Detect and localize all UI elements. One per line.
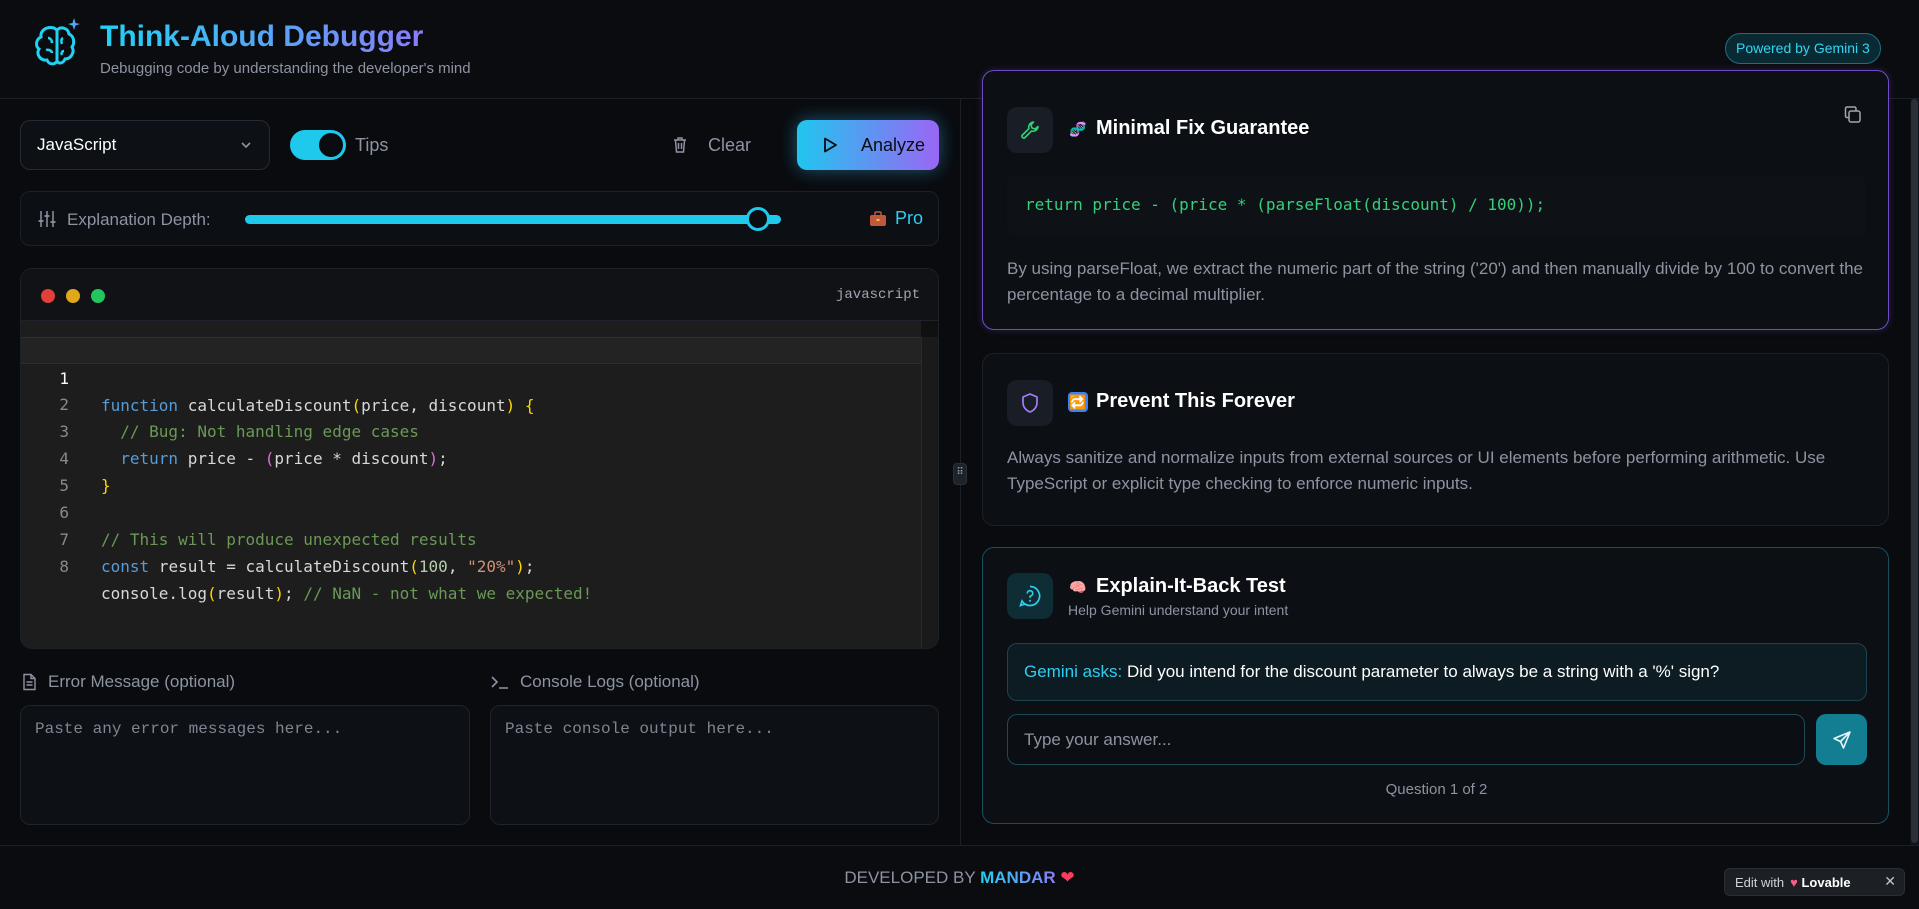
line-number: 8 (59, 557, 69, 576)
lovable-brand: ♥ Lovable (1790, 875, 1850, 890)
app-subtitle: Debugging code by understanding the deve… (100, 60, 471, 77)
fix-code-block: return price - (price * (parseFloat(disc… (1007, 175, 1866, 235)
depth-level-label: Pro (895, 208, 924, 228)
help-chat-icon (1019, 585, 1041, 607)
code-line: 2 // Bug: Not handling edge cases (21, 364, 921, 441)
lovable-heart-icon: ♥ (1790, 874, 1798, 890)
console-logs-label-text: Console Logs (optional) (520, 672, 700, 691)
editor-title-bar: javascript (21, 269, 938, 321)
question-text: Did you intend for the discount paramete… (1126, 662, 1720, 681)
error-message-textarea[interactable]: Paste any error messages here... (20, 705, 470, 825)
explain-icon-box (1007, 573, 1053, 619)
fix-card-title-text: Minimal Fix Guarantee (1096, 117, 1310, 139)
clear-button[interactable]: Clear (670, 126, 751, 164)
developed-by-credit: DEVELOPED BY MANDAR ❤ (0, 868, 1919, 888)
error-message-placeholder: Paste any error messages here... (35, 720, 343, 738)
tips-label: Tips (355, 135, 389, 155)
code-line: 8 console.log(result); // NaN - not what… (21, 526, 921, 603)
minimal-fix-card: 🧬 Minimal Fix Guarantee return price - (… (982, 70, 1889, 330)
code-line: 5 (21, 445, 921, 495)
code-line: 4 } (21, 418, 921, 495)
clear-button-label: Clear (708, 134, 752, 155)
explain-it-back-card: 🧠 Explain-It-Back Test Help Gemini under… (982, 547, 1889, 824)
send-icon (1832, 730, 1851, 749)
powered-by-badge: Powered by Gemini 3 (1725, 33, 1881, 64)
analyze-button-label: Analyze (861, 134, 926, 155)
code-line: 1 function calculateDiscount(price, disc… (21, 337, 921, 415)
depth-level-badge: Pro (869, 208, 923, 229)
explain-card-title: 🧠 Explain-It-Back Test (1068, 575, 1286, 598)
depth-label: Explanation Depth: (67, 210, 211, 229)
prevent-forever-card: 🔁 Prevent This Forever Always sanitize a… (982, 353, 1889, 526)
lovable-prefix: Edit with (1735, 874, 1785, 890)
answer-input[interactable]: Type your answer... (1007, 714, 1805, 765)
language-select-value: JavaScript (37, 135, 117, 154)
code-line: 3 return price - (price * discount); (21, 391, 921, 468)
explanation-depth-control: Explanation Depth: Pro (20, 191, 939, 246)
right-panel-scrollbar-thumb[interactable] (1911, 99, 1918, 843)
console-logs-textarea[interactable]: Paste console output here... (490, 705, 939, 825)
repeat-icon: 🔁 (1068, 391, 1088, 412)
code-text: const result = calculateDiscount(100, "2… (101, 557, 535, 576)
shield-icon (1022, 393, 1038, 413)
depth-slider-track[interactable] (245, 215, 781, 224)
console-logs-label: Console Logs (optional) (490, 672, 700, 692)
fix-card-title: 🧬 Minimal Fix Guarantee (1068, 117, 1309, 140)
developer-name: MANDAR (980, 868, 1056, 887)
terminal-icon (491, 676, 508, 689)
console-logs-placeholder: Paste console output here... (505, 720, 774, 738)
window-maximize-dot (91, 289, 105, 303)
editor-scrollbar[interactable] (921, 321, 938, 648)
code-area[interactable]: 1 function calculateDiscount(price, disc… (21, 321, 938, 648)
prevent-card-title: 🔁 Prevent This Forever (1068, 390, 1295, 413)
editor-scrollbar-thumb[interactable] (921, 321, 938, 337)
editor-language-tag: javascript (835, 287, 920, 303)
language-select[interactable]: JavaScript (20, 120, 270, 170)
play-icon (824, 137, 837, 153)
copy-icon[interactable] (1843, 105, 1863, 125)
question-counter: Question 1 of 2 (1385, 781, 1488, 798)
window-minimize-dot (66, 289, 80, 303)
briefcase-icon (870, 210, 886, 226)
error-message-label-text: Error Message (optional) (48, 672, 236, 691)
trash-icon (674, 137, 686, 153)
fix-card-description: By using parseFloat, we extract the nume… (1007, 259, 1864, 304)
wrench-icon (1021, 121, 1039, 139)
brain-icon: 🧠 (1069, 578, 1087, 595)
analyze-button[interactable]: Analyze (797, 120, 939, 170)
close-icon[interactable]: ✕ (1884, 873, 1896, 890)
heart-icon: ❤ (1060, 868, 1075, 887)
dna-icon: 🧬 (1069, 120, 1087, 137)
explain-card-subtitle: Help Gemini understand your intent (1068, 602, 1289, 618)
file-text-icon (23, 673, 36, 691)
app-title: Think-Aloud Debugger (100, 20, 424, 53)
chevron-down-icon (241, 142, 251, 149)
gemini-question: Gemini asks: Did you intend for the disc… (1007, 643, 1867, 701)
code-line: 7 const result = calculateDiscount(100, … (21, 499, 921, 576)
developed-by-label: DEVELOPED BY (844, 868, 976, 887)
explain-card-title-text: Explain-It-Back Test (1096, 575, 1286, 597)
resize-grip-icon[interactable]: ⠿ (953, 463, 967, 485)
code-editor[interactable]: javascript 1 function calculateDiscount(… (20, 268, 939, 649)
tips-toggle[interactable] (290, 130, 346, 160)
sliders-icon (38, 211, 56, 227)
depth-slider-thumb[interactable] (746, 207, 770, 231)
code-line: 6 // This will produce unexpected result… (21, 472, 921, 549)
send-answer-button[interactable] (1816, 714, 1867, 765)
lovable-brand-text: Lovable (1801, 874, 1851, 890)
toggle-knob (319, 133, 343, 157)
brain-logo-icon (35, 18, 80, 66)
error-message-label: Error Message (optional) (20, 672, 235, 692)
prevent-icon-box (1007, 380, 1053, 426)
answer-input-placeholder: Type your answer... (1024, 730, 1172, 749)
code-text: console.log(result); // NaN - not what w… (101, 584, 593, 603)
question-lead: Gemini asks: (1024, 662, 1123, 681)
app-footer: DEVELOPED BY MANDAR ❤ Edit with ♥ Lovabl… (0, 845, 1919, 909)
fix-icon-box (1007, 107, 1053, 153)
edit-with-lovable-badge[interactable]: Edit with ♥ Lovable ✕ (1724, 868, 1905, 896)
window-close-dot (41, 289, 55, 303)
prevent-card-title-text: Prevent This Forever (1096, 390, 1295, 412)
prevent-card-description: Always sanitize and normalize inputs fro… (1007, 448, 1826, 493)
